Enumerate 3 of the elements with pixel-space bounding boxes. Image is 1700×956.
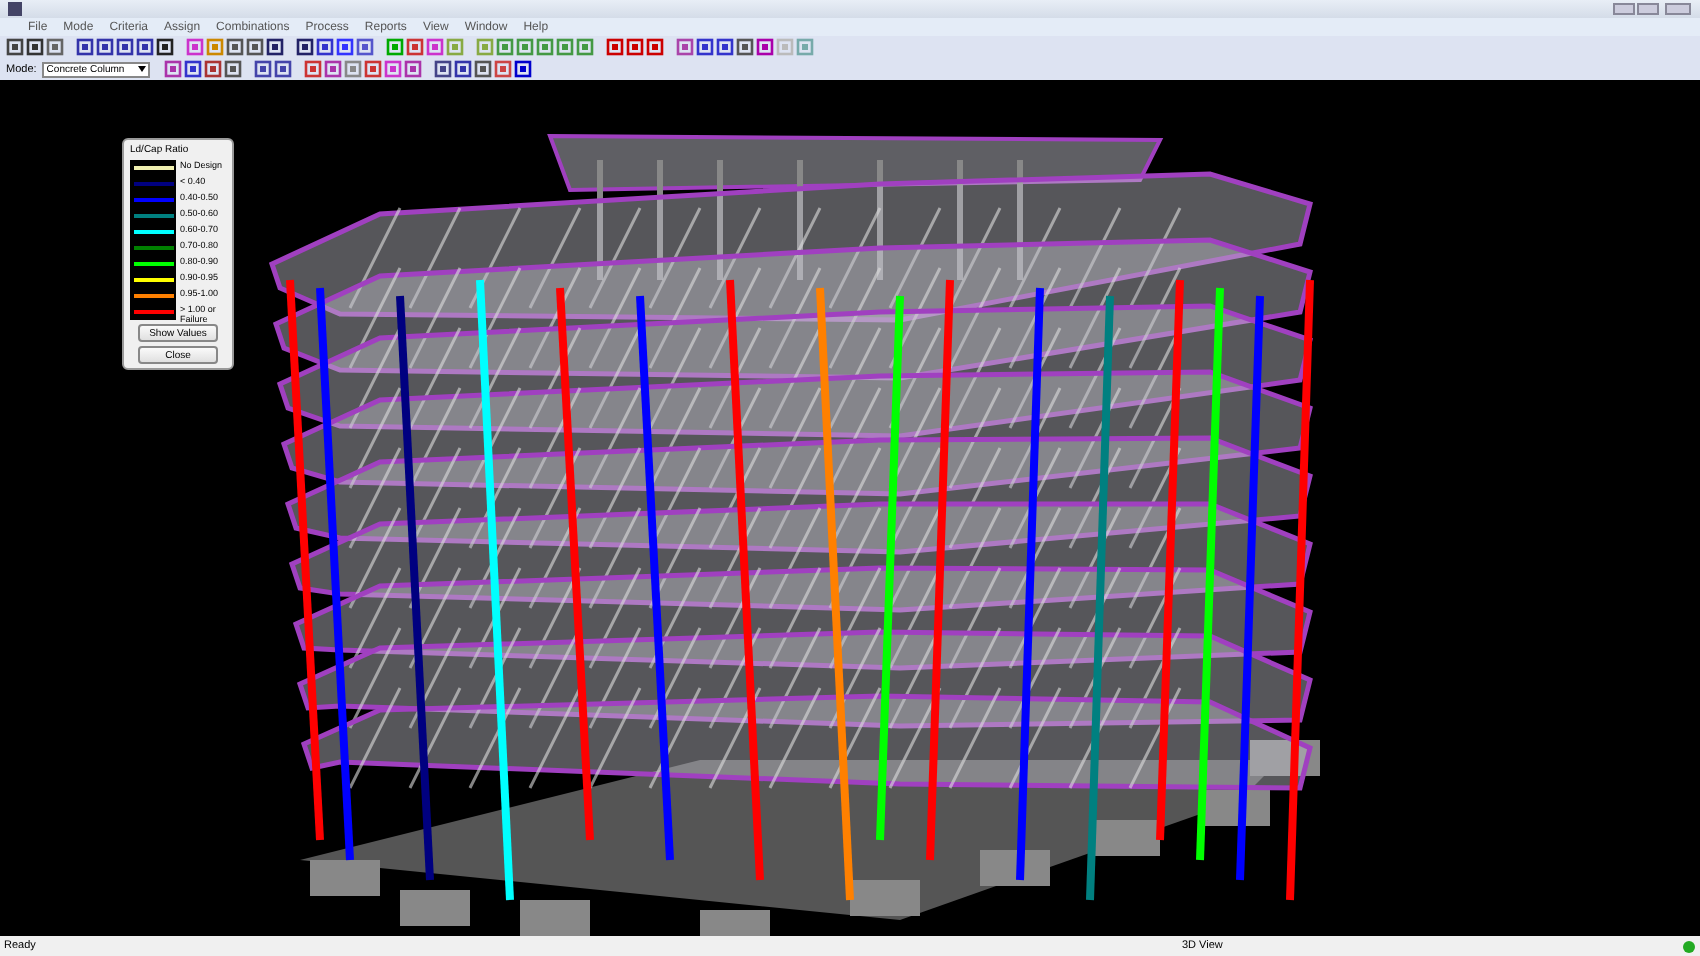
status-light-icon	[1682, 939, 1696, 953]
caret-icon	[138, 66, 147, 72]
app-icon	[8, 2, 22, 16]
